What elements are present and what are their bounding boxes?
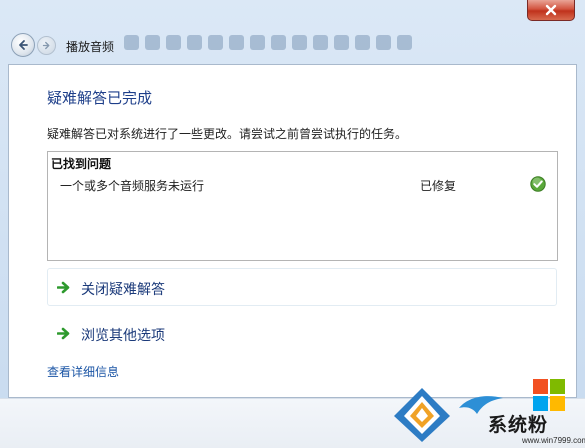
toolbar-icon — [271, 35, 286, 50]
troubleshooter-window: 播放音频 疑难解答已完成 疑难解答已对系统进行了一些更改。请尝试之前曾尝试执行的… — [0, 0, 585, 448]
problem-name: 一个或多个音频服务未运行 — [60, 179, 205, 193]
toolbar-icon — [208, 35, 223, 50]
toolbar-icon — [145, 35, 160, 50]
content-pane: 疑难解答已完成 疑难解答已对系统进行了一些更改。请尝试之前曾尝试执行的任务。 已… — [8, 64, 577, 398]
green-arrow-icon — [57, 327, 70, 340]
problems-header: 已找到问题 — [51, 157, 112, 171]
view-details-link[interactable]: 查看详细信息 — [47, 363, 119, 380]
explore-other-options-label: 浏览其他选项 — [81, 328, 165, 344]
close-troubleshooter-label: 关闭疑难解答 — [81, 282, 165, 298]
window-title: 播放音频 — [66, 40, 115, 54]
navigation-bar: 播放音频 — [0, 26, 585, 64]
toolbar-icon — [166, 35, 181, 50]
close-troubleshooter-option[interactable]: 关闭疑难解答 — [47, 268, 557, 306]
forward-arrow-icon — [42, 41, 50, 50]
check-icon — [530, 176, 546, 192]
toolbar-icon — [250, 35, 265, 50]
toolbar-icon — [187, 35, 202, 50]
close-icon — [545, 4, 557, 16]
toolbar-icon — [397, 35, 412, 50]
windows-logo — [533, 379, 565, 411]
toolbar-icon — [229, 35, 244, 50]
close-button[interactable] — [527, 0, 575, 21]
page-title: 疑难解答已完成 — [47, 89, 153, 107]
faded-toolbar — [124, 35, 412, 55]
toolbar-icon — [313, 35, 328, 50]
page-description: 疑难解答已对系统进行了一些更改。请尝试之前曾尝试执行的任务。 — [47, 127, 408, 141]
watermark-brand: 系统粉 — [488, 414, 549, 436]
toolbar-icon — [376, 35, 391, 50]
green-arrow-icon — [57, 281, 70, 294]
problem-status: 已修复 — [420, 179, 457, 193]
problems-found-box: 已找到问题 一个或多个音频服务未运行 已修复 — [47, 151, 558, 261]
toolbar-icon — [334, 35, 349, 50]
forward-button[interactable] — [37, 36, 56, 55]
toolbar-icon — [292, 35, 307, 50]
back-button[interactable] — [11, 33, 35, 57]
watermark-diamond-logo — [394, 388, 450, 442]
problem-row[interactable]: 一个或多个音频服务未运行 已修复 — [48, 174, 557, 194]
back-arrow-icon — [19, 40, 28, 50]
toolbar-icon — [124, 35, 139, 50]
toolbar-icon — [355, 35, 370, 50]
explore-other-options[interactable]: 浏览其他选项 — [47, 314, 557, 352]
watermark-url: www.win7999.com — [522, 436, 585, 445]
